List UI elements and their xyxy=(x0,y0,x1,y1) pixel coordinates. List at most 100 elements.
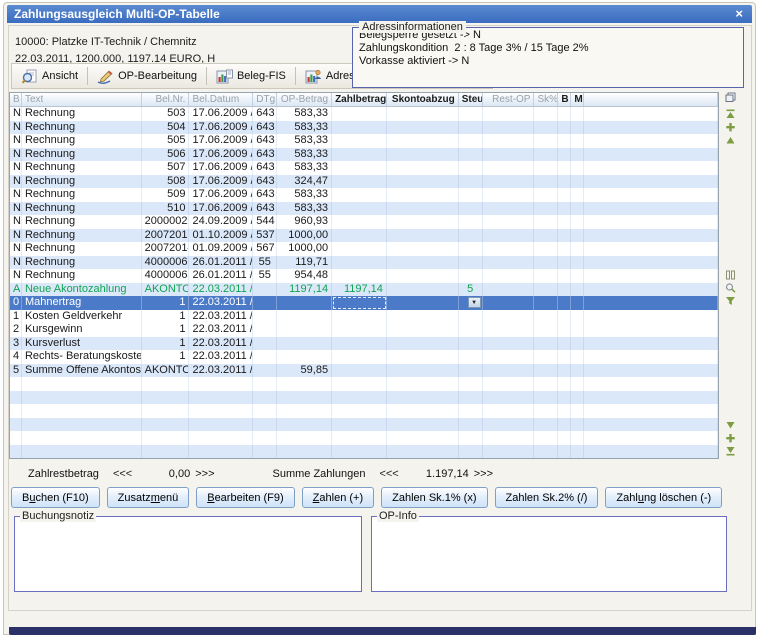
cell-op[interactable]: 583,33 xyxy=(277,107,332,121)
cell-skonto[interactable] xyxy=(387,323,459,337)
cell-skonto[interactable] xyxy=(387,121,459,135)
cell-zahl[interactable] xyxy=(332,107,387,121)
cell-skp[interactable] xyxy=(534,337,558,351)
cell-dtg[interactable]: 544 xyxy=(253,215,277,229)
cell-beldatum[interactable]: 22.03.2011 /Di xyxy=(189,296,253,310)
cell-filler[interactable] xyxy=(584,161,718,175)
cell-beldatum[interactable]: 01.09.2009 /Di xyxy=(189,242,253,256)
cell-m[interactable] xyxy=(571,188,584,202)
cell-restop[interactable] xyxy=(483,296,535,310)
cell-zahl[interactable] xyxy=(332,350,387,364)
cell-restop[interactable] xyxy=(483,161,535,175)
cell-text[interactable]: Rechnung xyxy=(22,161,142,175)
cell-steue[interactable] xyxy=(459,256,483,270)
cell-skonto[interactable] xyxy=(387,175,459,189)
cell-m[interactable] xyxy=(571,148,584,162)
cell-b[interactable]: N xyxy=(10,175,22,189)
cell-belnr[interactable]: 506 xyxy=(142,148,190,162)
cell-filler[interactable] xyxy=(584,148,718,162)
cell-restop[interactable] xyxy=(483,337,535,351)
cell-op[interactable]: 583,33 xyxy=(277,188,332,202)
action-button-zahlen[interactable]: Zahlen (+) xyxy=(302,487,374,508)
cell-m[interactable] xyxy=(571,229,584,243)
cell-text[interactable]: Kursverlust xyxy=(22,337,142,351)
column-header-b2[interactable]: B xyxy=(558,93,571,106)
cell-text[interactable]: Rechts- Beratungskosten xyxy=(22,350,142,364)
cell-filler[interactable] xyxy=(584,350,718,364)
cell-filler[interactable] xyxy=(584,134,718,148)
cell-skp[interactable] xyxy=(534,107,558,121)
cell-belnr[interactable]: 509 xyxy=(142,188,190,202)
cell-op[interactable]: 324,47 xyxy=(277,175,332,189)
cell-restop[interactable] xyxy=(483,323,535,337)
cell-steue[interactable] xyxy=(459,242,483,256)
toolbar-button-beleg-fis[interactable]: Beleg-FIS xyxy=(209,67,293,86)
cell-belnr[interactable]: 503 xyxy=(142,107,190,121)
cell-skonto[interactable] xyxy=(387,148,459,162)
cell-restop[interactable] xyxy=(483,175,535,189)
column-header-zahl[interactable]: Zahlbetrag xyxy=(332,93,387,106)
cell-filler[interactable] xyxy=(584,337,718,351)
cell-op[interactable]: 119,71 xyxy=(277,256,332,270)
cell-beldatum[interactable]: 17.06.2009 /Mi xyxy=(189,188,253,202)
cell-zahl[interactable] xyxy=(332,310,387,324)
toolbar-button-ansicht[interactable]: Ansicht xyxy=(14,67,85,86)
cell-skp[interactable] xyxy=(534,175,558,189)
cell-zahl[interactable] xyxy=(332,296,387,310)
cell-text[interactable]: Rechnung xyxy=(22,188,142,202)
cell-b2[interactable] xyxy=(558,148,571,162)
cell-b[interactable]: N xyxy=(10,121,22,135)
cell-op[interactable]: 583,33 xyxy=(277,161,332,175)
cell-dtg[interactable] xyxy=(253,350,277,364)
scroll-page-up-icon[interactable] xyxy=(725,122,736,132)
cell-b2[interactable] xyxy=(558,188,571,202)
cell-beldatum[interactable]: 22.03.2011 /Di xyxy=(189,310,253,324)
cell-b[interactable]: N xyxy=(10,229,22,243)
cell-beldatum[interactable]: 17.06.2009 /Mi xyxy=(189,107,253,121)
column-header-beldatum[interactable]: Bel.Datum xyxy=(189,93,253,106)
cell-restop[interactable] xyxy=(483,242,535,256)
cell-op[interactable] xyxy=(277,323,332,337)
cell-belnr[interactable]: 510 xyxy=(142,202,190,216)
column-header-text[interactable]: Text xyxy=(22,93,142,106)
cell-steue[interactable] xyxy=(459,310,483,324)
cell-belnr[interactable]: 1 xyxy=(142,296,190,310)
cell-b[interactable]: N xyxy=(10,148,22,162)
cell-steue[interactable] xyxy=(459,175,483,189)
copy-icon[interactable] xyxy=(725,92,736,102)
cell-op[interactable]: 59,85 xyxy=(277,364,332,378)
cell-belnr[interactable]: 40000061 xyxy=(142,256,190,270)
cell-skp[interactable] xyxy=(534,121,558,135)
cell-b2[interactable] xyxy=(558,256,571,270)
cell-zahl[interactable] xyxy=(332,242,387,256)
cell-m[interactable] xyxy=(571,242,584,256)
cell-skp[interactable] xyxy=(534,215,558,229)
cell-b[interactable]: N xyxy=(10,134,22,148)
cell-skonto[interactable] xyxy=(387,310,459,324)
cell-filler[interactable] xyxy=(584,310,718,324)
cell-skonto[interactable] xyxy=(387,229,459,243)
cell-restop[interactable] xyxy=(483,283,535,297)
cell-dtg[interactable] xyxy=(253,283,277,297)
cell-skp[interactable] xyxy=(534,134,558,148)
table-row[interactable]: NRechnung2007201401.09.2009 /Di5671000,0… xyxy=(10,242,718,256)
action-button-zahlen-sk-1-x[interactable]: Zahlen Sk.1% (x) xyxy=(381,487,487,508)
cell-steue[interactable] xyxy=(459,337,483,351)
table-row[interactable]: NRechnung50517.06.2009 /Mi643583,33 xyxy=(10,134,718,148)
cell-dtg[interactable]: 643 xyxy=(253,202,277,216)
cell-m[interactable] xyxy=(571,161,584,175)
table-row[interactable]: 2Kursgewinn122.03.2011 /Di xyxy=(10,323,718,337)
cell-op[interactable]: 1000,00 xyxy=(277,242,332,256)
cell-skp[interactable] xyxy=(534,269,558,283)
cell-skonto[interactable] xyxy=(387,242,459,256)
cell-skonto[interactable] xyxy=(387,161,459,175)
column-header-m[interactable]: M xyxy=(571,93,584,106)
cell-b2[interactable] xyxy=(558,134,571,148)
cell-belnr[interactable]: 20072013 xyxy=(142,229,190,243)
cell-op[interactable] xyxy=(277,296,332,310)
cell-steue[interactable] xyxy=(459,161,483,175)
cell-op[interactable]: 954,48 xyxy=(277,269,332,283)
cell-belnr[interactable]: AKONTO xyxy=(142,364,190,378)
scroll-up-icon[interactable] xyxy=(725,135,736,145)
cell-beldatum[interactable]: 17.06.2009 /Mi xyxy=(189,161,253,175)
